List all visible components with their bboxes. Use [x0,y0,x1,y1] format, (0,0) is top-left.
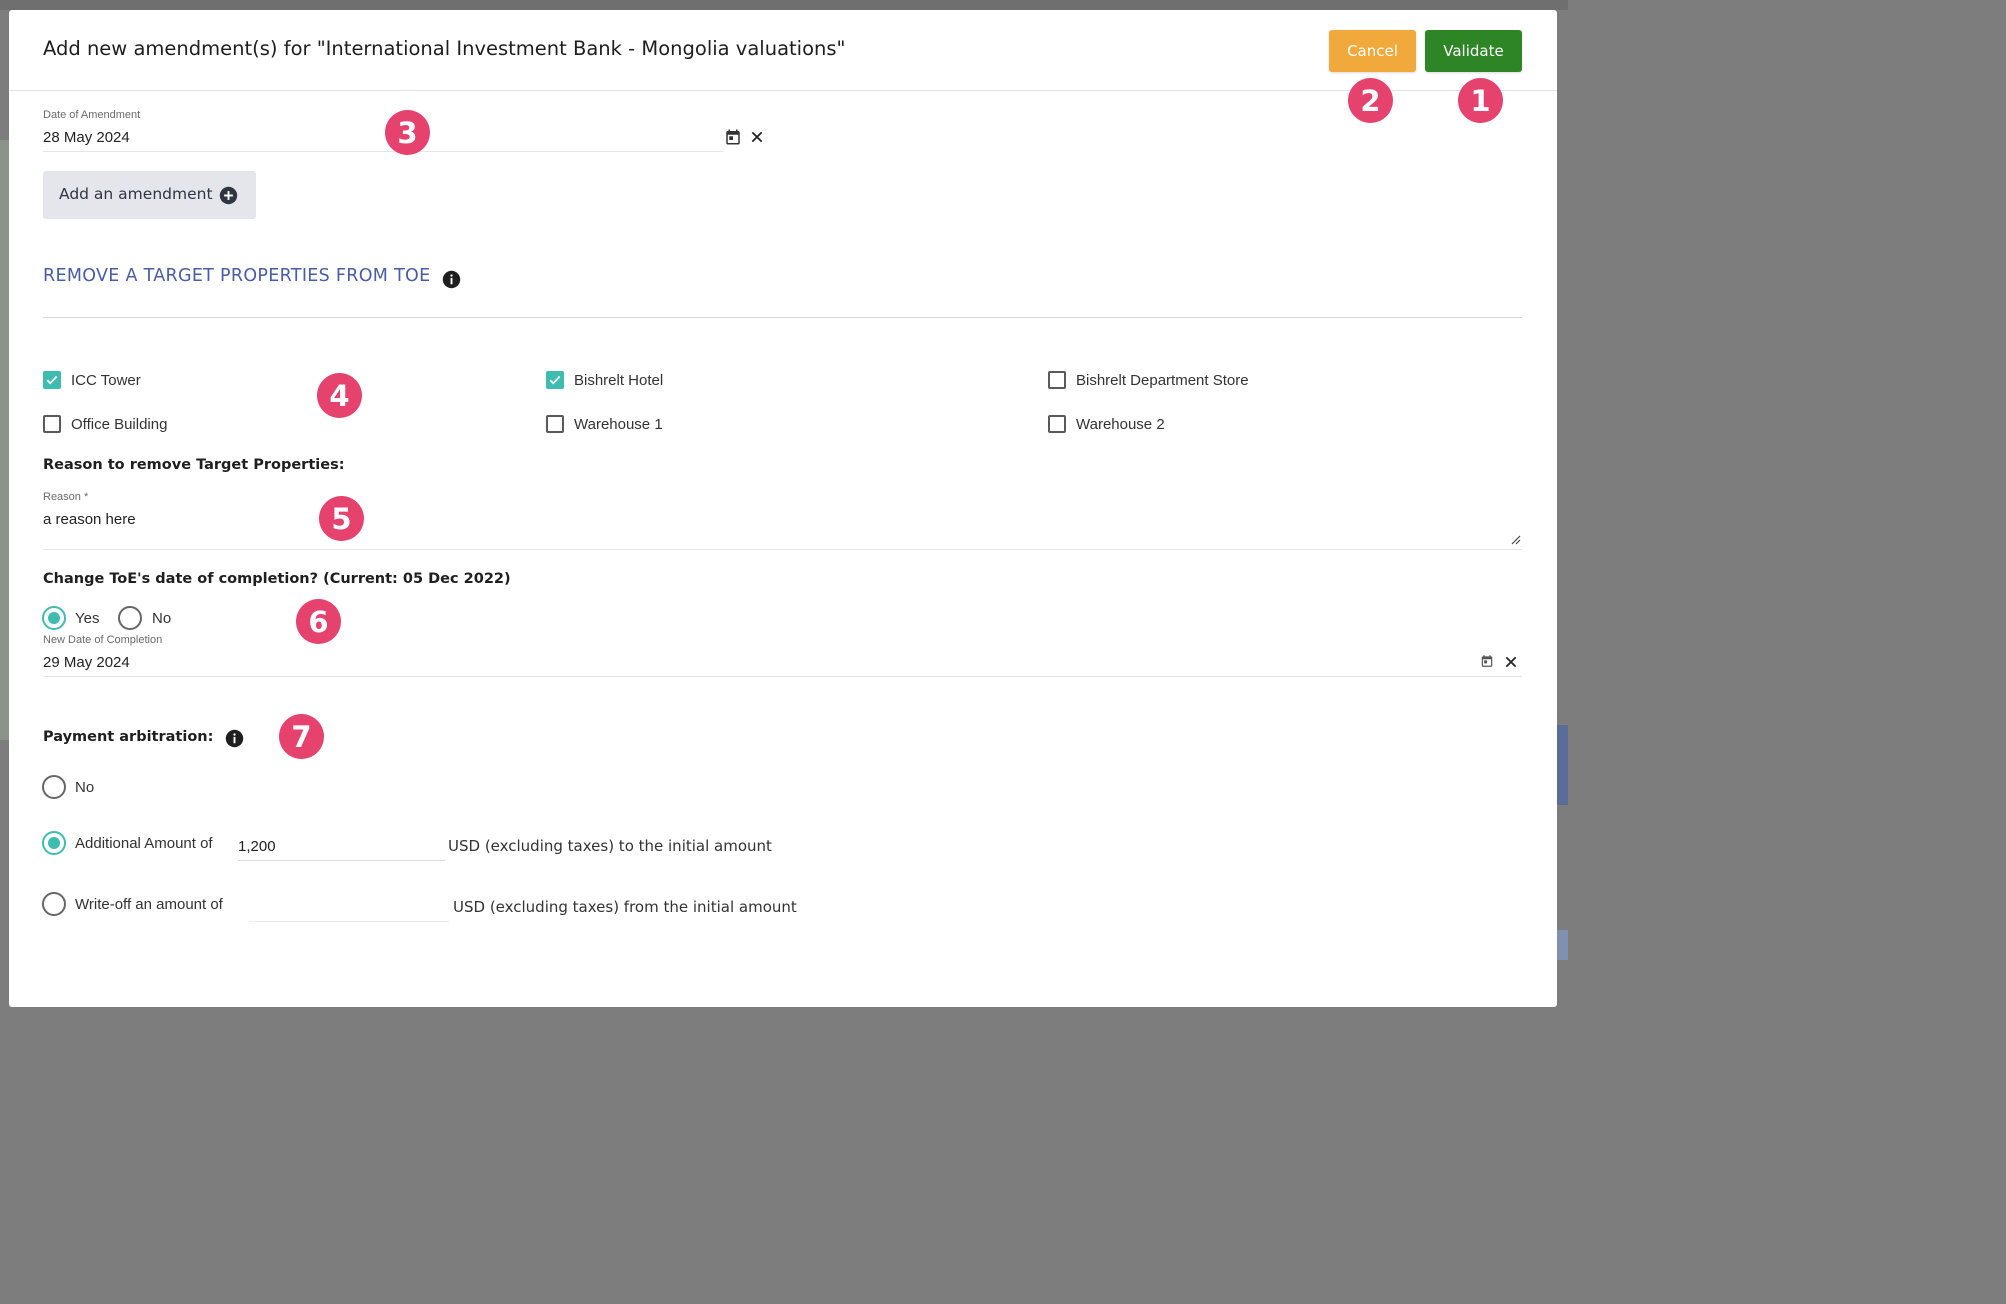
additional-amount-input[interactable]: 1,200 [238,838,276,855]
annotation-marker-3: 3 [385,110,430,155]
checkbox-warehouse-2[interactable] [1048,415,1066,433]
backdrop-top-bar [0,0,1568,10]
reason-heading: Reason to remove Target Properties: [43,457,345,473]
label-icc-tower: ICC Tower [71,372,141,389]
reason-textarea[interactable]: a reason here [43,511,136,528]
dialog-title: Add new amendment(s) for "International … [43,37,846,60]
completion-date-label: New Date of Completion [43,634,163,646]
check-icon [46,375,58,385]
add-amendment-label: Add an amendment [59,185,213,203]
writeoff-amount-underline [249,921,449,922]
annotation-marker-6: 6 [296,599,341,644]
info-icon[interactable] [441,269,461,289]
payment-heading: Payment arbitration: [43,729,214,745]
calendar-icon[interactable] [723,127,743,147]
validate-button[interactable]: Validate [1425,30,1522,72]
completion-yes-label: Yes [75,610,100,627]
payment-no-label: No [75,779,95,796]
payment-no-radio[interactable] [42,775,66,799]
checkbox-office-building[interactable] [43,415,61,433]
completion-no-radio[interactable] [118,606,142,630]
amendment-dialog: Add new amendment(s) for "International … [9,10,1557,1007]
cancel-button[interactable]: Cancel [1329,30,1416,72]
checkbox-icc-tower[interactable] [43,371,61,389]
section-title: REMOVE A TARGET PROPERTIES FROM TOE [43,266,431,286]
completion-no-label: No [152,610,172,627]
amendment-date-label: Date of Amendment [43,109,141,121]
calendar-icon[interactable] [1479,653,1495,669]
clear-icon[interactable] [747,127,767,147]
annotation-marker-7: 7 [279,714,324,759]
checkbox-bishrelt-department-store[interactable] [1048,371,1066,389]
payment-additional-label: Additional Amount of [75,835,213,852]
backdrop-panel [0,140,9,740]
label-warehouse-1: Warehouse 1 [574,416,663,433]
annotation-marker-1: 1 [1458,78,1503,123]
annotation-marker-4: 4 [317,373,362,418]
checkbox-bishrelt-hotel[interactable] [546,371,564,389]
label-bishrelt-hotel: Bishrelt Hotel [574,372,664,389]
label-warehouse-2: Warehouse 2 [1076,416,1165,433]
label-office-building: Office Building [71,416,168,433]
add-amendment-button[interactable]: Add an amendment [43,171,256,219]
check-icon [549,375,561,385]
completion-yes-radio[interactable] [42,606,66,630]
clear-icon[interactable] [1501,652,1521,672]
annotation-marker-2: 2 [1348,78,1393,123]
payment-writeoff-label: Write-off an amount of [75,896,223,913]
completion-heading: Change ToE's date of completion? (Curren… [43,571,511,587]
completion-date-input[interactable]: 29 May 2024 [43,654,130,671]
amendment-date-underline [43,151,723,152]
section-divider [43,317,1522,318]
label-bishrelt-department-store: Bishrelt Department Store [1076,372,1249,389]
add-circle-icon [219,186,238,205]
backdrop-panel-right-2 [1557,930,1568,960]
additional-amount-underline [238,860,445,861]
annotation-marker-5: 5 [319,496,364,541]
payment-additional-radio[interactable] [42,831,66,855]
additional-amount-suffix: USD (excluding taxes) to the initial amo… [448,837,772,855]
payment-writeoff-radio[interactable] [42,892,66,916]
resize-handle-icon[interactable] [1508,532,1522,546]
dialog-header: Add new amendment(s) for "International … [9,10,1557,91]
info-icon[interactable] [224,728,244,748]
completion-date-underline [43,676,1522,677]
checkbox-warehouse-1[interactable] [546,415,564,433]
amendment-date-input[interactable]: 28 May 2024 [43,129,130,146]
reason-underline [43,549,1522,550]
backdrop-panel-right [1557,725,1568,805]
writeoff-amount-suffix: USD (excluding taxes) from the initial a… [453,898,797,916]
reason-label: Reason * [43,491,89,503]
